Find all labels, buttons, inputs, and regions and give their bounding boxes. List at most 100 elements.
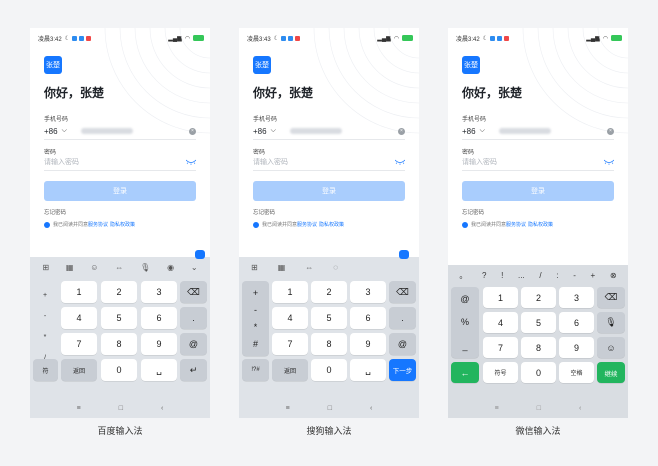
symbol-key[interactable]: # bbox=[253, 339, 258, 349]
service-agreement-link[interactable]: 服务协议 bbox=[506, 221, 526, 228]
grid-menu-icon[interactable]: ⊞ bbox=[42, 263, 49, 272]
microphone-icon[interactable]: 🎙 bbox=[597, 312, 625, 333]
digit-key[interactable]: 7 bbox=[61, 333, 97, 355]
symbol-key[interactable]: ? bbox=[482, 271, 486, 280]
symbol-switch-key[interactable]: !?# bbox=[242, 359, 269, 381]
digit-key[interactable]: 0 bbox=[521, 362, 556, 383]
service-agreement-link[interactable]: 服务协议 bbox=[88, 221, 108, 228]
chevron-down-icon[interactable]: ⌵ bbox=[62, 127, 67, 135]
digit-key[interactable]: 0 bbox=[101, 359, 137, 381]
backspace-icon[interactable]: ⌫ bbox=[180, 281, 207, 303]
keyboard-layout-icon[interactable]: ▦ bbox=[66, 263, 74, 272]
digit-key[interactable]: 5 bbox=[101, 307, 137, 329]
symbol-key[interactable]: * bbox=[254, 322, 258, 332]
symbol-switch-key[interactable]: 符号 bbox=[483, 362, 518, 383]
login-button[interactable]: 登录 bbox=[44, 181, 196, 201]
country-code[interactable]: +86 bbox=[462, 127, 476, 136]
digit-key[interactable]: 1 bbox=[483, 287, 518, 308]
emoji-icon[interactable]: ☺ bbox=[90, 263, 98, 272]
password-input[interactable]: 请输入密码 bbox=[253, 156, 405, 168]
symbol-key[interactable]: - bbox=[573, 271, 576, 280]
digit-key[interactable]: 3 bbox=[559, 287, 594, 308]
symbol-key[interactable]: - bbox=[34, 313, 56, 320]
grid-menu-icon[interactable]: ⊞ bbox=[251, 263, 258, 272]
back-key[interactable]: 返回 bbox=[272, 359, 308, 381]
menu-nav-icon[interactable]: ≡ bbox=[286, 405, 290, 412]
digit-key[interactable]: 2 bbox=[521, 287, 556, 308]
space-key[interactable]: ␣ bbox=[141, 359, 177, 381]
digit-key[interactable]: 9 bbox=[350, 333, 386, 355]
phone-input[interactable]: +86 ⌵ × bbox=[462, 125, 614, 137]
cursor-move-icon[interactable]: ⇔ bbox=[305, 263, 313, 272]
keyboard-layout-icon[interactable]: ▦ bbox=[278, 263, 286, 272]
chat-bot-icon[interactable]: ◉ bbox=[167, 263, 174, 272]
clear-icon[interactable]: × bbox=[607, 127, 614, 135]
arrow-left-icon[interactable]: ← bbox=[451, 362, 479, 383]
eye-closed-icon[interactable] bbox=[604, 159, 614, 165]
forgot-password-link[interactable]: 忘记密码 bbox=[462, 208, 484, 216]
digit-key[interactable]: 3 bbox=[141, 281, 177, 303]
digit-key[interactable]: 4 bbox=[272, 307, 308, 329]
symbol-key[interactable]: * bbox=[34, 334, 56, 341]
symbol-key[interactable]: 。 bbox=[459, 270, 467, 281]
digit-key[interactable]: 1 bbox=[272, 281, 308, 303]
eye-closed-icon[interactable] bbox=[186, 159, 196, 165]
menu-nav-icon[interactable]: ≡ bbox=[77, 405, 81, 412]
password-input[interactable]: 请输入密码 bbox=[462, 156, 614, 168]
clipboard-icon[interactable]: ◌ bbox=[333, 263, 338, 272]
symbol-key[interactable]: + bbox=[591, 271, 596, 280]
emoji-icon[interactable]: ☺ bbox=[597, 337, 625, 358]
chevron-down-icon[interactable]: ⌵ bbox=[480, 127, 485, 135]
country-code[interactable]: +86 bbox=[44, 127, 58, 136]
privacy-policy-link[interactable]: 隐私权政策 bbox=[528, 221, 553, 228]
digit-key[interactable]: 5 bbox=[521, 312, 556, 333]
country-code[interactable]: +86 bbox=[253, 127, 267, 136]
service-agreement-link[interactable]: 服务协议 bbox=[297, 221, 317, 228]
digit-key[interactable]: 0 bbox=[311, 359, 347, 381]
symbol-key[interactable]: - bbox=[254, 305, 257, 315]
digit-key[interactable]: 6 bbox=[350, 307, 386, 329]
forgot-password-link[interactable]: 忘记密码 bbox=[44, 208, 66, 216]
digit-key[interactable]: 9 bbox=[559, 337, 594, 358]
digit-key[interactable]: 6 bbox=[559, 312, 594, 333]
digit-key[interactable]: 8 bbox=[311, 333, 347, 355]
agreement-checkbox[interactable] bbox=[253, 221, 259, 228]
dot-key[interactable]: . bbox=[180, 307, 207, 329]
home-nav-icon[interactable]: □ bbox=[537, 405, 541, 412]
home-nav-icon[interactable]: □ bbox=[328, 405, 332, 412]
digit-key[interactable]: 5 bbox=[311, 307, 347, 329]
digit-key[interactable]: 3 bbox=[350, 281, 386, 303]
digit-key[interactable]: 8 bbox=[521, 337, 556, 358]
symbol-key[interactable]: @ bbox=[460, 294, 469, 304]
enter-icon[interactable]: ↵ bbox=[180, 359, 207, 381]
agreement-checkbox[interactable] bbox=[462, 221, 468, 228]
backspace-icon[interactable]: ⌫ bbox=[597, 287, 625, 308]
continue-button[interactable]: 继续 bbox=[597, 362, 625, 383]
microphone-icon[interactable]: 🎙 bbox=[140, 263, 150, 272]
digit-key[interactable]: 1 bbox=[61, 281, 97, 303]
back-nav-icon[interactable]: ‹ bbox=[161, 405, 163, 412]
symbol-key[interactable]: ... bbox=[518, 271, 525, 280]
cursor-move-icon[interactable]: ⇔ bbox=[115, 263, 123, 272]
forgot-password-link[interactable]: 忘记密码 bbox=[253, 208, 275, 216]
symbol-key[interactable]: + bbox=[34, 292, 56, 299]
privacy-policy-link[interactable]: 隐私权政策 bbox=[110, 221, 135, 228]
symbol-switch-key[interactable]: 符 bbox=[33, 359, 58, 381]
chevron-down-icon[interactable]: ⌵ bbox=[271, 127, 276, 135]
login-button[interactable]: 登录 bbox=[253, 181, 405, 201]
digit-key[interactable]: 4 bbox=[61, 307, 97, 329]
symbol-key[interactable]: + bbox=[253, 288, 258, 298]
symbol-key[interactable]: % bbox=[461, 317, 469, 327]
phone-input[interactable]: +86 ⌵ × bbox=[44, 125, 196, 137]
next-step-button[interactable]: 下一步 bbox=[389, 359, 416, 381]
digit-key[interactable]: 4 bbox=[483, 312, 518, 333]
digit-key[interactable]: 2 bbox=[311, 281, 347, 303]
phone-input[interactable]: +86 ⌵ × bbox=[253, 125, 405, 137]
collapse-keyboard-icon[interactable]: ⌄ bbox=[191, 263, 198, 272]
digit-key[interactable]: 9 bbox=[141, 333, 177, 355]
symbol-key[interactable]: ! bbox=[501, 271, 503, 280]
dot-key[interactable]: . bbox=[389, 307, 416, 329]
close-icon[interactable]: ⊗ bbox=[610, 271, 617, 280]
menu-nav-icon[interactable]: ≡ bbox=[495, 405, 499, 412]
clear-icon[interactable]: × bbox=[189, 127, 196, 135]
